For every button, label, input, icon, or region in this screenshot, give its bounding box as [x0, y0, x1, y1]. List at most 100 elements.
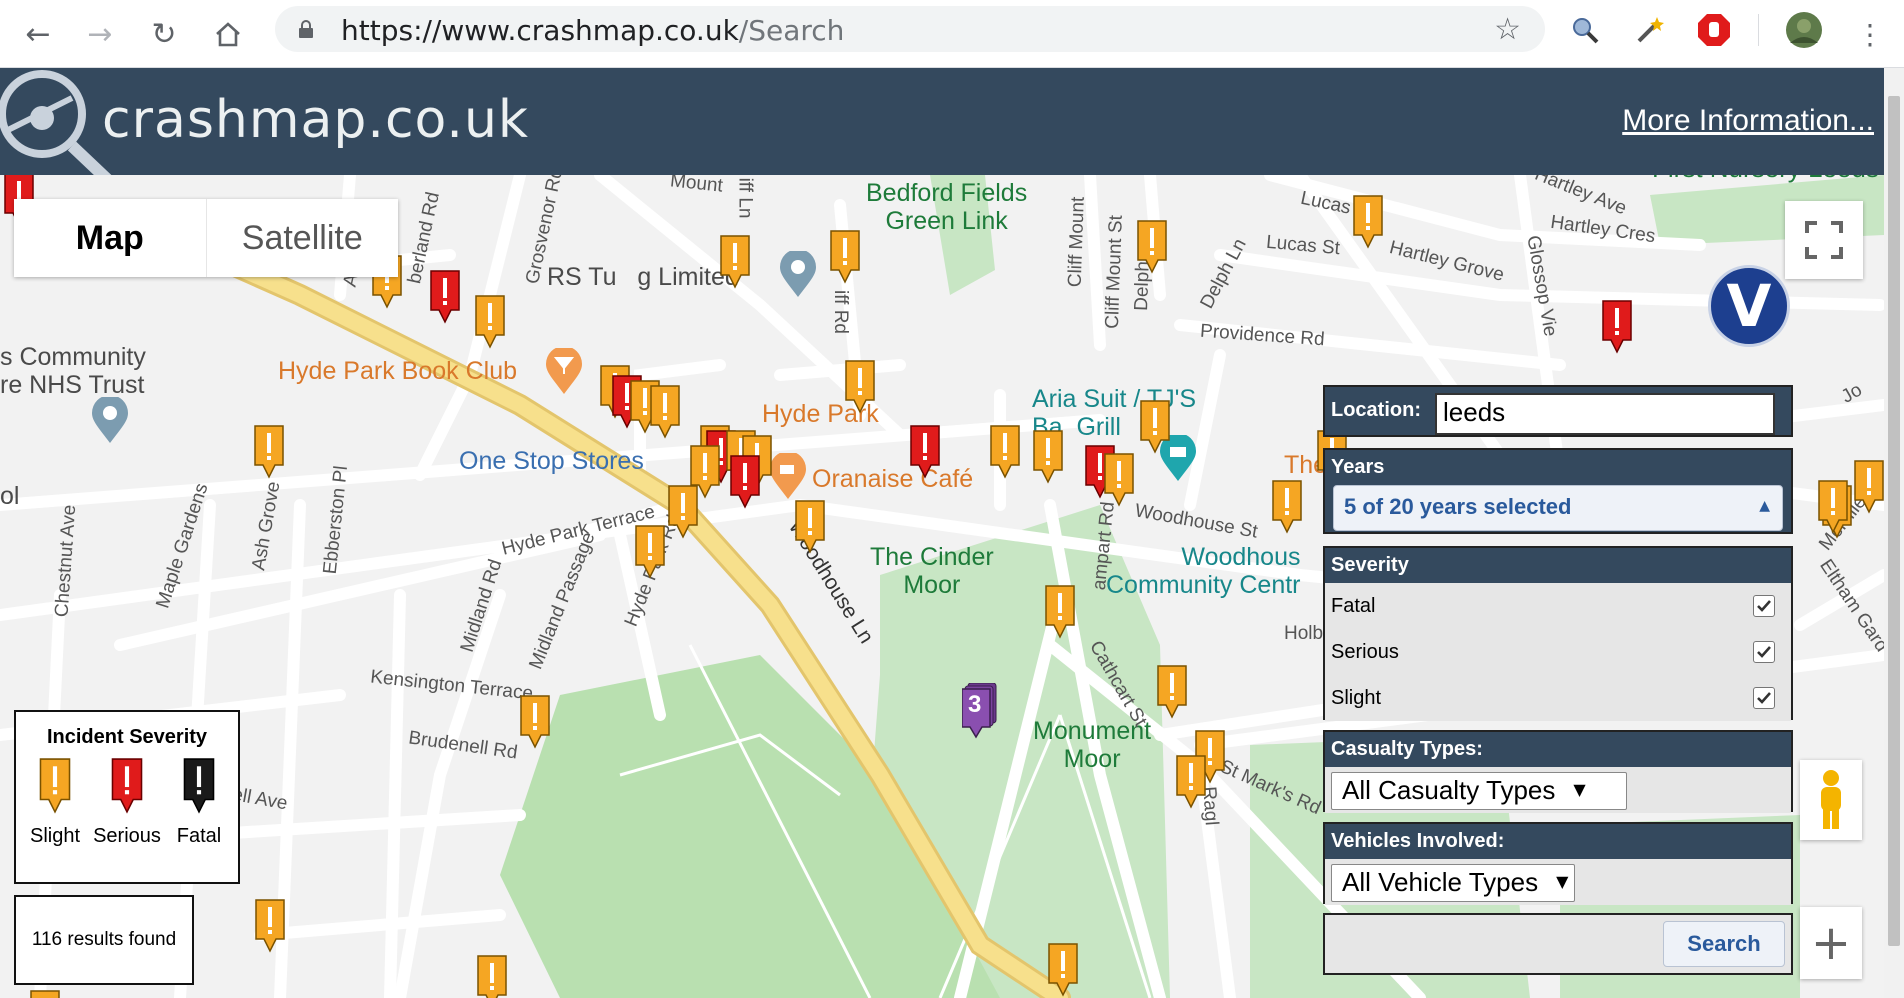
- results-count: 116 results found: [14, 895, 194, 985]
- legend-item-serious: Serious: [92, 758, 162, 848]
- slight-incident-marker[interactable]: [254, 425, 284, 479]
- label-community-nhs: s Community re NHS Trust: [0, 343, 146, 399]
- slight-checkbox[interactable]: [1753, 687, 1775, 709]
- back-arrow-icon[interactable]: ←: [16, 12, 60, 56]
- magic-wand-icon[interactable]: [1630, 10, 1670, 50]
- severity-section: Severity Fatal Serious Slight: [1323, 546, 1793, 721]
- severity-option-slight[interactable]: Slight: [1325, 675, 1791, 721]
- slight-incident-marker[interactable]: [1048, 943, 1078, 997]
- location-pin-icon[interactable]: [778, 251, 818, 299]
- location-pin-icon[interactable]: [90, 397, 130, 445]
- forward-arrow-icon[interactable]: →: [78, 12, 122, 56]
- label-bedford-fields: Bedford Fields Green Link: [866, 179, 1028, 235]
- label-one-stop-stores: One Stop Stores: [459, 447, 644, 475]
- severity-option-fatal[interactable]: Fatal: [1325, 583, 1791, 629]
- slight-incident-marker[interactable]: [1157, 665, 1187, 719]
- legend-item-slight: Slight: [20, 758, 90, 848]
- serious-incident-marker[interactable]: [430, 270, 460, 324]
- slight-incident-marker[interactable]: [1818, 480, 1848, 534]
- location-section: Location: leeds: [1323, 385, 1793, 437]
- zoom-in-button[interactable]: +: [1800, 907, 1862, 979]
- fatal-checkbox[interactable]: [1753, 595, 1775, 617]
- label-rs-tuning: RS Tu g Limited: [547, 263, 739, 291]
- street-label: iff Ln: [734, 177, 756, 219]
- severity-option-serious[interactable]: Serious: [1325, 629, 1791, 675]
- site-logo-text[interactable]: crashmap.co.uk: [102, 90, 529, 150]
- serious-marker-icon: [111, 758, 143, 814]
- label-cinder-moor: The Cinder Moor: [870, 543, 994, 599]
- v-logo-badge[interactable]: V: [1708, 265, 1790, 347]
- slight-incident-marker[interactable]: [1140, 400, 1170, 454]
- location-input[interactable]: leeds: [1435, 393, 1775, 435]
- extension-search-icon[interactable]: [1565, 10, 1605, 50]
- slight-incident-marker[interactable]: [30, 990, 60, 998]
- profile-avatar[interactable]: [1784, 10, 1824, 50]
- incident-cluster-marker[interactable]: 3: [961, 682, 998, 739]
- slight-incident-marker[interactable]: [520, 695, 550, 749]
- severity-option-label: Fatal: [1331, 595, 1376, 617]
- search-section: Search: [1323, 913, 1793, 975]
- map-type-satellite-button[interactable]: Satellite: [207, 199, 399, 277]
- slight-incident-marker[interactable]: [255, 899, 285, 953]
- label-hyde-park-book-club: Hyde Park Book Club: [278, 357, 518, 385]
- home-icon[interactable]: [206, 12, 250, 56]
- fatal-marker-icon: [183, 758, 215, 814]
- street-view-pegman[interactable]: [1800, 760, 1862, 840]
- label-woodhouse-community-centre: Woodhous Community Centr: [1106, 543, 1301, 599]
- cafe-pin-icon[interactable]: [768, 453, 808, 501]
- street-label: Cliff Mount: [1064, 196, 1089, 288]
- legend-title: Incident Severity: [46, 726, 208, 748]
- cluster-count: 3: [968, 691, 982, 718]
- severity-option-label: Serious: [1331, 641, 1399, 663]
- slight-incident-marker[interactable]: [845, 360, 875, 414]
- scrollbar-thumb[interactable]: [1888, 96, 1900, 946]
- bookmark-star-icon[interactable]: ☆: [1494, 12, 1521, 47]
- legend-label-slight: Slight: [29, 825, 81, 847]
- serious-incident-marker[interactable]: [910, 425, 940, 479]
- serious-checkbox[interactable]: [1753, 641, 1775, 663]
- lock-icon: [299, 20, 313, 38]
- address-bar[interactable]: https://www.crashmap.co.uk/Search ☆: [275, 6, 1545, 52]
- adblock-hand-icon[interactable]: [1694, 10, 1734, 50]
- legend-label-fatal: Fatal: [176, 825, 222, 847]
- page-scrollbar[interactable]: [1884, 68, 1904, 998]
- slight-incident-marker[interactable]: [1137, 220, 1167, 274]
- slight-incident-marker[interactable]: [1272, 480, 1302, 534]
- slight-incident-marker[interactable]: [795, 500, 825, 554]
- dropdown-arrow-icon: ▼: [1556, 872, 1569, 891]
- more-information-link[interactable]: More Information...: [1622, 104, 1874, 138]
- map-type-control: Map Satellite: [14, 199, 398, 277]
- search-button[interactable]: Search: [1663, 921, 1785, 967]
- pegman-icon: [1821, 770, 1841, 829]
- slight-incident-marker[interactable]: [668, 485, 698, 539]
- fullscreen-button[interactable]: [1785, 201, 1863, 279]
- map-type-map-button[interactable]: Map: [14, 199, 207, 277]
- slight-incident-marker[interactable]: [1353, 195, 1383, 249]
- years-select[interactable]: 5 of 20 years selected ▲: [1333, 485, 1783, 531]
- slight-incident-marker[interactable]: [475, 295, 505, 349]
- serious-incident-marker[interactable]: [730, 455, 760, 509]
- slight-incident-marker[interactable]: [477, 955, 507, 998]
- updown-arrow-icon: ▲: [1759, 498, 1770, 514]
- slight-incident-marker[interactable]: [635, 525, 665, 579]
- slight-incident-marker[interactable]: [650, 385, 680, 439]
- vehicles-select[interactable]: All Vehicle Types ▼: [1331, 864, 1575, 902]
- slight-incident-marker[interactable]: [720, 235, 750, 289]
- menu-kebab-icon[interactable]: ⋮: [1848, 12, 1892, 56]
- url-text: https://www.crashmap.co.uk/Search: [341, 14, 845, 47]
- serious-incident-marker[interactable]: [1602, 300, 1632, 354]
- reload-icon[interactable]: ↻: [142, 12, 186, 56]
- slight-incident-marker[interactable]: [990, 425, 1020, 479]
- slight-incident-marker[interactable]: [1104, 453, 1134, 507]
- street-label: Holb: [1284, 623, 1324, 644]
- slight-incident-marker[interactable]: [1033, 430, 1063, 484]
- casualty-types-select[interactable]: All Casualty Types ▼: [1331, 772, 1627, 810]
- vehicles-body: All Vehicle Types ▼: [1325, 859, 1791, 905]
- slight-incident-marker[interactable]: [1176, 755, 1206, 809]
- fullscreen-icon: [1805, 221, 1843, 259]
- incident-severity-legend: Incident Severity Slight Serious Fatal: [14, 710, 240, 884]
- slight-incident-marker[interactable]: [830, 230, 860, 284]
- bar-pin-icon[interactable]: [544, 348, 584, 396]
- slight-incident-marker[interactable]: [1045, 585, 1075, 639]
- slight-incident-marker[interactable]: [1854, 460, 1884, 514]
